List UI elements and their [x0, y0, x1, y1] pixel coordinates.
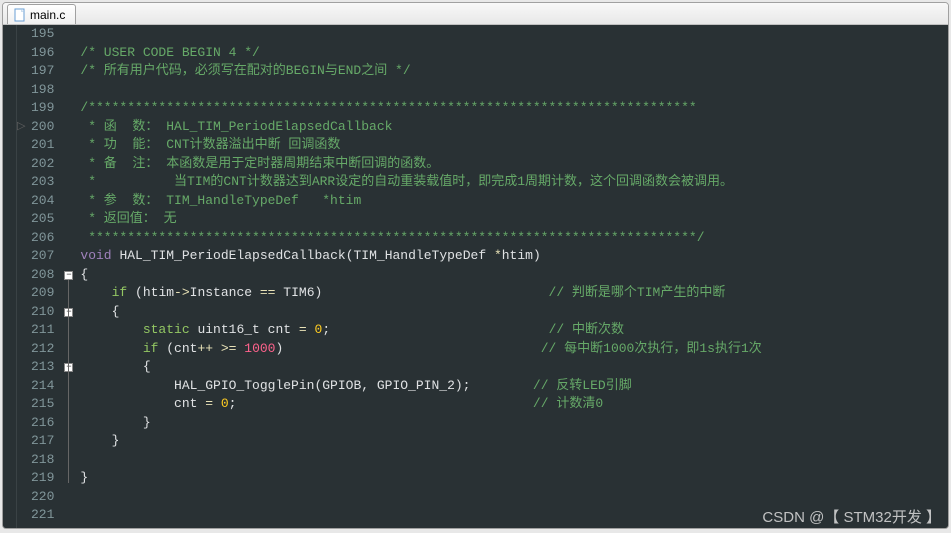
line-number: 217 — [31, 432, 54, 451]
code-line: * 参 数： TIM_HandleTypeDef *htim — [80, 192, 948, 211]
code-line: void HAL_TIM_PeriodElapsedCallback(TIM_H… — [80, 247, 948, 266]
line-number: 197 — [31, 62, 54, 81]
left-margin — [3, 25, 17, 528]
editor-area: ▷ 19519619719819920020120220320420520620… — [3, 25, 948, 528]
cursor-indicator: ▷ — [17, 118, 25, 137]
line-number: 209 — [31, 284, 54, 303]
line-number: 213 — [31, 358, 54, 377]
fold-guide — [68, 280, 69, 484]
code-line: /* 所有用户代码，必须写在配对的BEGIN与END之间 */ — [80, 62, 948, 81]
line-number: 210 — [31, 303, 54, 322]
line-number: 212 — [31, 340, 54, 359]
code-line: cnt = 0; // 计数清0 — [80, 395, 948, 414]
line-number: 205 — [31, 210, 54, 229]
code-area[interactable]: /* USER CODE BEGIN 4 *//* 所有用户代码，必须写在配对的… — [76, 25, 948, 528]
line-number: 208 — [31, 266, 54, 285]
code-line: /***************************************… — [80, 99, 948, 118]
file-tab[interactable]: main.c — [7, 4, 76, 24]
line-number: 198 — [31, 81, 54, 100]
code-line: if (cnt++ >= 1000) // 每中断1000次执行，即1s执行1次 — [80, 340, 948, 359]
code-line: { — [80, 303, 948, 322]
fold-toggle[interactable]: − — [64, 271, 73, 280]
line-number: 214 — [31, 377, 54, 396]
code-line — [80, 451, 948, 470]
line-number-gutter: ▷ 19519619719819920020120220320420520620… — [17, 25, 62, 528]
code-line: if (htim->Instance == TIM6) // 判断是哪个TIM产… — [80, 284, 948, 303]
line-number: 221 — [31, 506, 54, 525]
line-number: 216 — [31, 414, 54, 433]
tab-bar: main.c — [3, 3, 948, 25]
editor-window: main.c ▷ 1951961971981992002012022032042… — [2, 2, 949, 529]
line-number: 196 — [31, 44, 54, 63]
line-number: 201 — [31, 136, 54, 155]
code-line — [80, 506, 948, 525]
code-line: * 函 数： HAL_TIM_PeriodElapsedCallback — [80, 118, 948, 137]
tab-filename: main.c — [30, 8, 65, 22]
fold-column[interactable]: −−− — [62, 25, 76, 528]
code-line: * 返回值： 无 — [80, 210, 948, 229]
line-number: 203 — [31, 173, 54, 192]
line-number: 206 — [31, 229, 54, 248]
code-line: } — [80, 469, 948, 488]
line-number: 200 — [31, 118, 54, 137]
code-line: static uint16_t cnt = 0; // 中断次数 — [80, 321, 948, 340]
code-line: * 功 能： CNT计数器溢出中断 回调函数 — [80, 136, 948, 155]
code-line — [80, 25, 948, 44]
code-line — [80, 81, 948, 100]
line-number: 215 — [31, 395, 54, 414]
line-number: 207 — [31, 247, 54, 266]
line-number: 218 — [31, 451, 54, 470]
c-file-icon — [14, 8, 26, 22]
line-number: 219 — [31, 469, 54, 488]
line-number: 195 — [31, 25, 54, 44]
code-line: } — [80, 432, 948, 451]
code-line: { — [80, 266, 948, 285]
line-number: 211 — [31, 321, 54, 340]
code-line: HAL_GPIO_TogglePin(GPIOB, GPIO_PIN_2); /… — [80, 377, 948, 396]
code-line: ****************************************… — [80, 229, 948, 248]
code-line: } — [80, 414, 948, 433]
code-line: /* USER CODE BEGIN 4 */ — [80, 44, 948, 63]
line-number: 199 — [31, 99, 54, 118]
line-number: 204 — [31, 192, 54, 211]
line-number: 220 — [31, 488, 54, 507]
code-line: { — [80, 358, 948, 377]
line-number: 202 — [31, 155, 54, 174]
code-line: * 当TIM的CNT计数器达到ARR设定的自动重装载值时，即完成1周期计数，这个… — [80, 173, 948, 192]
code-line — [80, 488, 948, 507]
code-line: * 备 注： 本函数是用于定时器周期结束中断回调的函数。 — [80, 155, 948, 174]
